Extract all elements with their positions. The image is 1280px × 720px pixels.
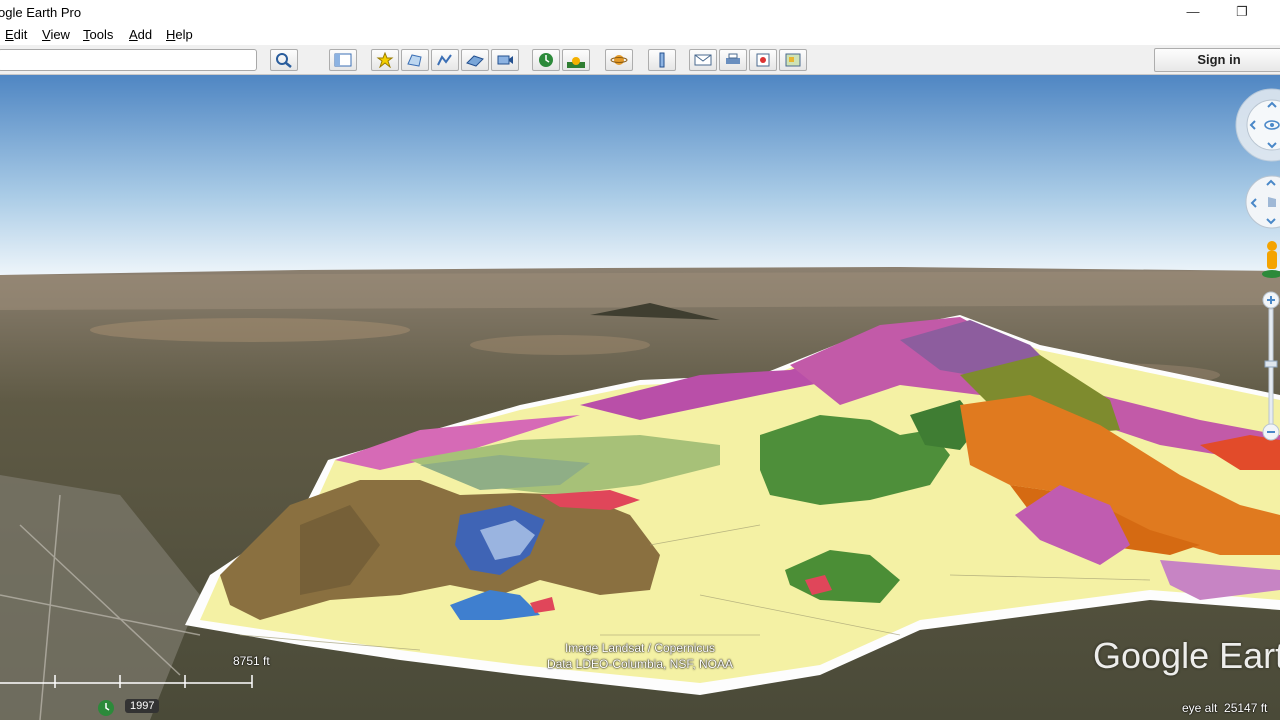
- path-icon: [437, 54, 452, 66]
- placemark-icon: [376, 52, 394, 68]
- window-title: ogle Earth Pro: [0, 5, 82, 20]
- imagery-date: 1997: [125, 699, 160, 713]
- horizon-haze: [0, 271, 1280, 310]
- terrain-scene: [0, 75, 1280, 720]
- print-button[interactable]: [719, 49, 747, 71]
- view-in-maps-icon: [785, 53, 801, 67]
- sky: [0, 75, 1280, 275]
- menu-tools[interactable]: Tools: [83, 27, 113, 42]
- ruler-button[interactable]: [648, 49, 676, 71]
- historical-imagery-icon: [539, 53, 553, 67]
- planets-icon: [610, 55, 628, 65]
- search-input[interactable]: [0, 49, 257, 71]
- save-image-button[interactable]: [749, 49, 777, 71]
- minimize-button[interactable]: —: [1171, 2, 1215, 22]
- desert-patch: [90, 318, 410, 342]
- menu-help[interactable]: Help: [166, 27, 193, 42]
- email-icon: [694, 54, 712, 66]
- title-bar: ogle Earth Pro — ❐: [0, 0, 1280, 25]
- image-overlay-icon: [466, 55, 484, 67]
- add-path-button[interactable]: [431, 49, 459, 71]
- search-button[interactable]: [270, 49, 298, 71]
- sunlight-icon: [567, 57, 585, 68]
- toolbar: Sign in: [0, 45, 1280, 75]
- restore-button[interactable]: ❐: [1220, 2, 1264, 22]
- record-tour-icon: [497, 55, 513, 65]
- desert-patch: [470, 335, 650, 355]
- ruler-icon: [659, 52, 665, 68]
- sign-in-button[interactable]: Sign in: [1154, 48, 1280, 72]
- status-bar: 1997 eye alt 25147 ft: [0, 695, 1280, 720]
- look-control[interactable]: [1228, 87, 1280, 167]
- eye-altitude: eye alt 25147 ft: [1182, 701, 1268, 715]
- search-icon: [276, 53, 292, 68]
- historical-imagery-status-icon[interactable]: [97, 699, 115, 717]
- planets-button[interactable]: [605, 49, 633, 71]
- zoom-thumb: [1264, 360, 1278, 368]
- pegman-icon: [1267, 241, 1277, 251]
- scale-label: 8751 ft: [233, 654, 270, 668]
- attribution-line1: Image Landsat / Copernicus: [564, 641, 716, 655]
- sidebar-toggle-button[interactable]: [329, 49, 357, 71]
- add-image-overlay-button[interactable]: [461, 49, 489, 71]
- record-tour-button[interactable]: [491, 49, 519, 71]
- street-view-pegman[interactable]: [1258, 238, 1280, 282]
- add-placemark-button[interactable]: [371, 49, 399, 71]
- attribution-line2: Data LDEO-Columbia, NSF, NOAA: [546, 657, 734, 671]
- map-viewport[interactable]: Image Landsat / Copernicus Data LDEO-Col…: [0, 75, 1280, 720]
- polygon-icon: [407, 54, 422, 67]
- add-polygon-button[interactable]: [401, 49, 429, 71]
- google-earth-logo: Google Earth: [1093, 635, 1280, 676]
- sidebar-icon: [334, 53, 352, 67]
- menu-edit[interactable]: Edit: [5, 27, 27, 42]
- historical-imagery-button[interactable]: [532, 49, 560, 71]
- print-icon: [726, 53, 740, 64]
- menu-view[interactable]: View: [42, 27, 70, 42]
- move-control[interactable]: [1240, 173, 1280, 231]
- zoom-slider[interactable]: [1260, 289, 1280, 445]
- view-in-maps-button[interactable]: [779, 49, 807, 71]
- menu-add[interactable]: Add: [129, 27, 152, 42]
- save-image-icon: [756, 53, 770, 67]
- sunlight-button[interactable]: [562, 49, 590, 71]
- menu-bar: Edit View Tools Add Help: [0, 25, 1280, 45]
- email-button[interactable]: [689, 49, 717, 71]
